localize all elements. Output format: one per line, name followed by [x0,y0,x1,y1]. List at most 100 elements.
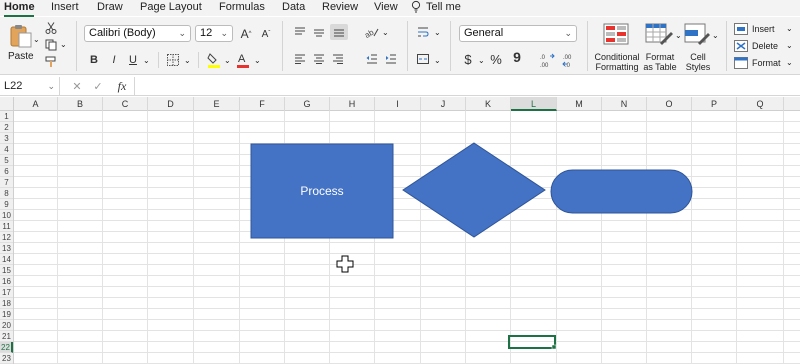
row-header-19[interactable]: 19 [0,309,13,320]
increase-decimal-icon[interactable]: .0.00 [538,51,556,69]
column-header-p[interactable]: P [692,97,737,111]
name-box[interactable]: L22 ⌄ [0,77,60,95]
align-middle-icon[interactable] [312,25,326,39]
tab-insert[interactable]: Insert [51,0,79,16]
row-header-1[interactable]: 1 [0,111,13,122]
insert-function-button[interactable]: fx [113,78,131,94]
borders-menu-chevron-icon[interactable]: ⌄ [184,56,191,66]
increase-indent-icon[interactable] [384,52,398,66]
insert-cells-icon[interactable] [734,23,748,35]
font-name-select[interactable]: Calibri (Body) ⌄ [84,25,191,42]
row-header-15[interactable]: 15 [0,265,13,276]
tab-page-layout[interactable]: Page Layout [140,0,202,16]
column-header-b[interactable]: B [58,97,103,111]
row-header-11[interactable]: 11 [0,221,13,232]
conditional-formatting-button[interactable]: Conditional Formatting [593,52,641,72]
row-header-13[interactable]: 13 [0,243,13,254]
cell-styles-button[interactable]: Cell Styles [684,52,712,72]
column-header-c[interactable]: C [103,97,148,111]
number-format-select[interactable]: General ⌄ [459,25,577,42]
select-all-corner[interactable] [0,97,14,111]
confirm-edit-icon[interactable]: ✓ [92,78,104,94]
format-cells-icon[interactable] [734,57,748,69]
tell-me-label[interactable]: Tell me [426,0,461,16]
row-header-23[interactable]: 23 [0,353,13,364]
wrap-text-chevron-icon[interactable]: ⌄ [434,28,441,38]
cell-styles-icon[interactable] [684,23,710,45]
row-header-2[interactable]: 2 [0,122,13,133]
row-header-18[interactable]: 18 [0,298,13,309]
align-top-icon[interactable] [293,25,307,39]
align-bottom-icon[interactable] [330,24,348,40]
row-header-9[interactable]: 9 [0,199,13,210]
font-color-icon[interactable]: A [236,51,250,69]
column-header-j[interactable]: J [421,97,466,111]
column-header-l[interactable]: L [511,97,557,111]
font-size-select[interactable]: 12 ⌄ [195,25,233,42]
column-header-h[interactable]: H [330,97,375,111]
format-painter-icon[interactable] [44,55,58,69]
delete-cells-button[interactable]: Delete [752,41,778,51]
decision-diamond-shape[interactable] [402,142,546,238]
paste-icon[interactable] [6,23,36,49]
column-header-o[interactable]: O [647,97,692,111]
format-as-table-chevron-icon[interactable]: ⌄ [675,31,682,41]
row-header-8[interactable]: 8 [0,188,13,199]
decrease-decimal-icon[interactable]: .00.0 [561,51,579,69]
tab-home[interactable]: Home [4,0,35,16]
cancel-edit-icon[interactable]: ✕ [71,78,83,94]
format-cells-button[interactable]: Format [752,58,781,68]
format-as-table-icon[interactable] [645,23,673,45]
tab-review[interactable]: Review [322,0,358,16]
row-header-7[interactable]: 7 [0,177,13,188]
column-header-e[interactable]: E [194,97,240,111]
insert-cells-chevron-icon[interactable]: ⌄ [786,24,793,34]
accounting-format-button[interactable]: $ [461,51,475,67]
column-header-n[interactable]: N [602,97,647,111]
orientation-icon[interactable]: ab [365,25,379,39]
merge-center-chevron-icon[interactable]: ⌄ [434,56,441,66]
column-header-k[interactable]: K [466,97,511,111]
row-header-20[interactable]: 20 [0,320,13,331]
copy-icon[interactable] [44,38,58,52]
column-header-f[interactable]: F [240,97,285,111]
decrease-font-size-button[interactable]: Aˇ [259,26,273,42]
row-header-16[interactable]: 16 [0,276,13,287]
underline-menu-chevron-icon[interactable]: ⌄ [143,56,150,66]
row-header-10[interactable]: 10 [0,210,13,221]
column-header-i[interactable]: I [375,97,421,111]
column-header-q[interactable]: Q [737,97,784,111]
wrap-text-icon[interactable] [416,25,430,39]
tell-me-lightbulb-icon[interactable] [411,0,421,16]
borders-icon[interactable] [166,53,180,67]
row-header-5[interactable]: 5 [0,155,13,166]
format-cells-chevron-icon[interactable]: ⌄ [786,58,793,68]
tab-view[interactable]: View [374,0,398,16]
conditional-formatting-icon[interactable] [603,23,629,45]
row-header-4[interactable]: 4 [0,144,13,155]
align-left-icon[interactable] [293,52,307,66]
accounting-chevron-icon[interactable]: ⌄ [478,56,485,66]
row-header-3[interactable]: 3 [0,133,13,144]
column-header-m[interactable]: M [557,97,602,111]
fill-color-chevron-icon[interactable]: ⌄ [224,56,231,66]
row-header-6[interactable]: 6 [0,166,13,177]
row-header-12[interactable]: 12 [0,232,13,243]
fill-color-bucket-icon[interactable] [207,51,221,69]
align-center-icon[interactable] [312,52,326,66]
increase-font-size-button[interactable]: A ^ [239,26,253,42]
delete-cells-chevron-icon[interactable]: ⌄ [786,41,793,51]
insert-cells-button[interactable]: Insert [752,24,775,34]
row-header-17[interactable]: 17 [0,287,13,298]
row-header-22[interactable]: 22 [0,342,13,353]
percent-style-button[interactable]: % [489,51,503,67]
underline-button[interactable]: U [126,52,140,68]
font-color-chevron-icon[interactable]: ⌄ [254,56,261,66]
comma-style-button[interactable]: 9 [510,49,524,65]
format-as-table-button[interactable]: Format as Table [640,52,680,72]
copy-menu-chevron-icon[interactable]: ⌄ [60,40,67,50]
bold-button[interactable]: B [87,52,101,68]
tab-draw[interactable]: Draw [97,0,123,16]
align-right-icon[interactable] [331,52,345,66]
merge-center-icon[interactable] [416,52,430,66]
